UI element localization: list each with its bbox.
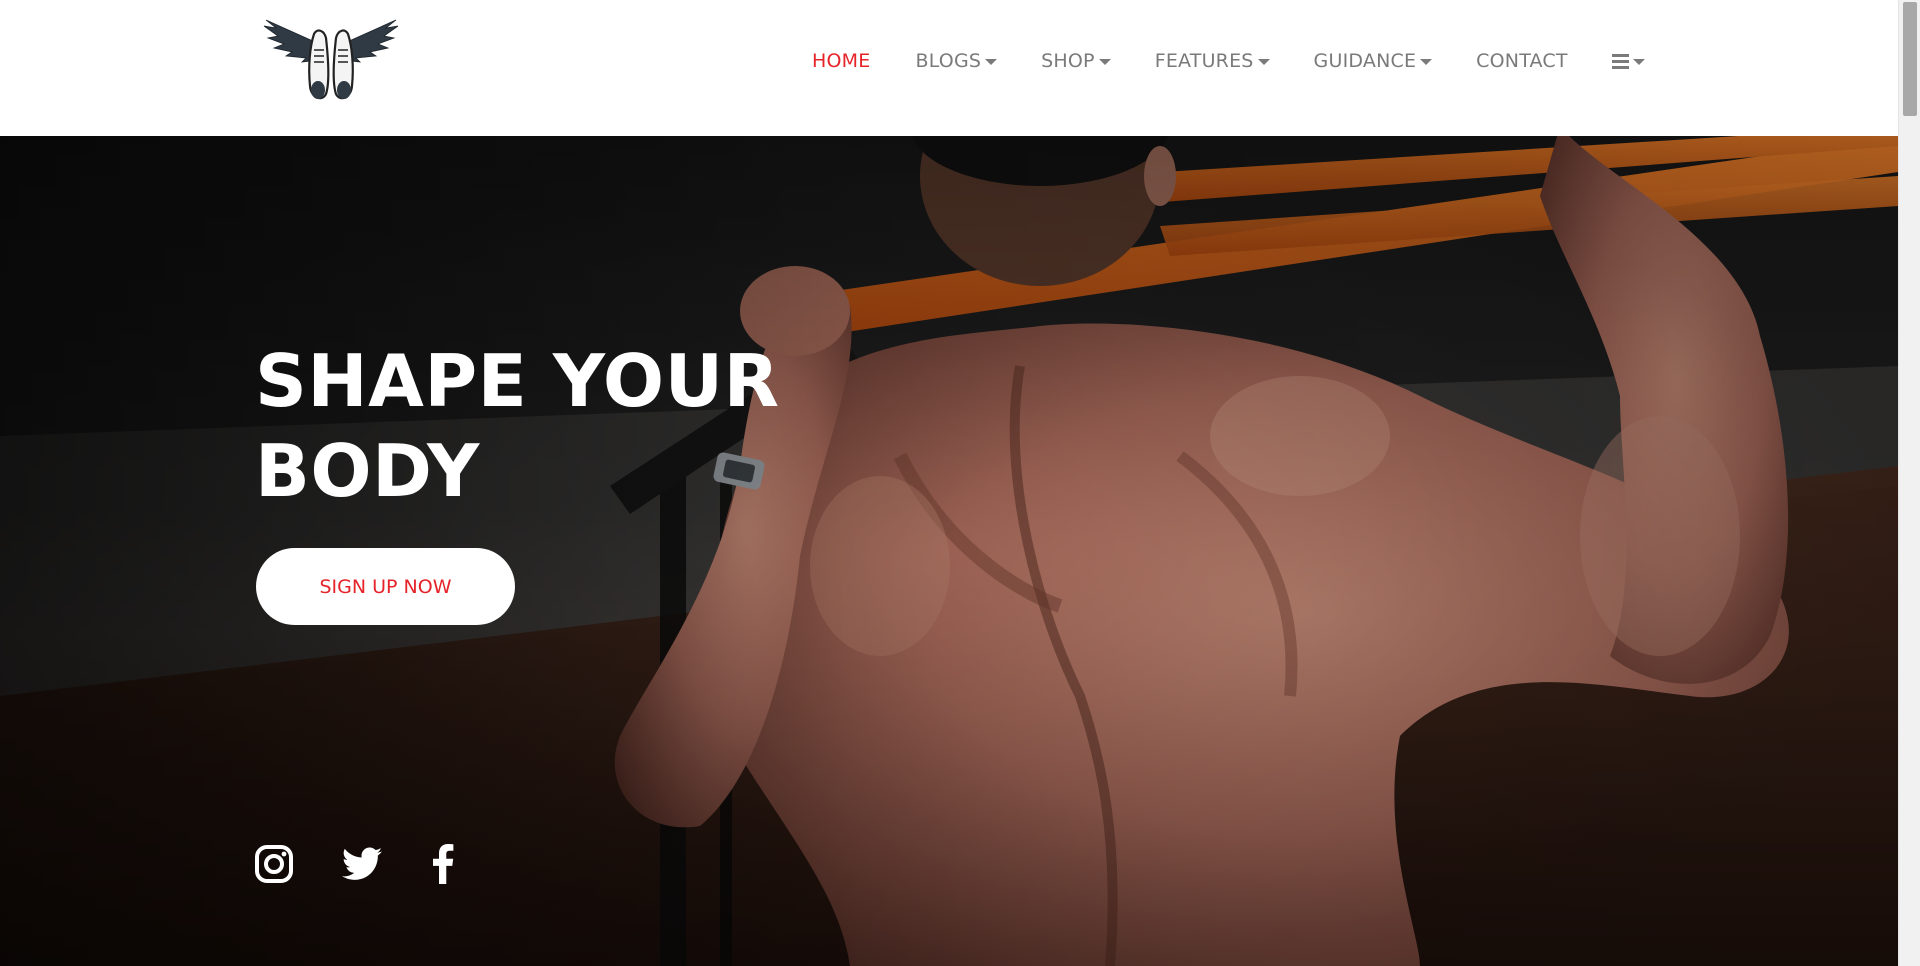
nav-item-blogs[interactable]: BLOGS (915, 50, 998, 72)
hero-section: SHAPE YOUR BODY SIGN UP NOW (0, 136, 1898, 966)
nav-item-label: CONTACT (1476, 50, 1568, 72)
site-header: HOME BLOGS SHOP FEATURES GUIDANCE CONTAC… (0, 0, 1898, 136)
nav-item-home[interactable]: HOME (812, 50, 870, 72)
hero-title: SHAPE YOUR BODY (255, 336, 815, 516)
caret-down-icon (1098, 59, 1111, 65)
site-logo[interactable] (262, 16, 400, 106)
caret-down-icon (1257, 59, 1270, 65)
hamburger-icon (1611, 53, 1629, 69)
nav-item-label: GUIDANCE (1313, 50, 1417, 72)
twitter-link[interactable] (342, 844, 382, 884)
caret-down-icon (985, 59, 998, 65)
nav-item-shop[interactable]: SHOP (1041, 50, 1111, 72)
hero-title-line1: SHAPE YOUR (255, 339, 780, 423)
main-nav: HOME BLOGS SHOP FEATURES GUIDANCE CONTAC… (812, 0, 1645, 122)
hero-title-line2: BODY (255, 429, 480, 513)
caret-down-icon (1420, 59, 1433, 65)
facebook-link[interactable] (428, 844, 458, 884)
nav-item-label: SHOP (1041, 50, 1095, 72)
caret-down-icon (1632, 59, 1645, 65)
nav-item-label: BLOGS (915, 50, 982, 72)
nav-item-label: FEATURES (1154, 50, 1254, 72)
instagram-icon (255, 845, 293, 883)
nav-item-guidance[interactable]: GUIDANCE (1314, 50, 1433, 72)
sign-up-button[interactable]: SIGN UP NOW (256, 548, 515, 625)
twitter-icon (342, 847, 382, 880)
facebook-icon (433, 844, 454, 884)
nav-item-contact[interactable]: CONTACT (1476, 50, 1568, 72)
nav-item-features[interactable]: FEATURES (1155, 50, 1270, 72)
page-scrollbar[interactable] (1898, 0, 1920, 966)
scrollbar-thumb[interactable] (1903, 2, 1917, 116)
nav-item-label: HOME (812, 50, 871, 72)
instagram-link[interactable] (254, 844, 294, 884)
nav-more-menu[interactable] (1611, 53, 1645, 69)
